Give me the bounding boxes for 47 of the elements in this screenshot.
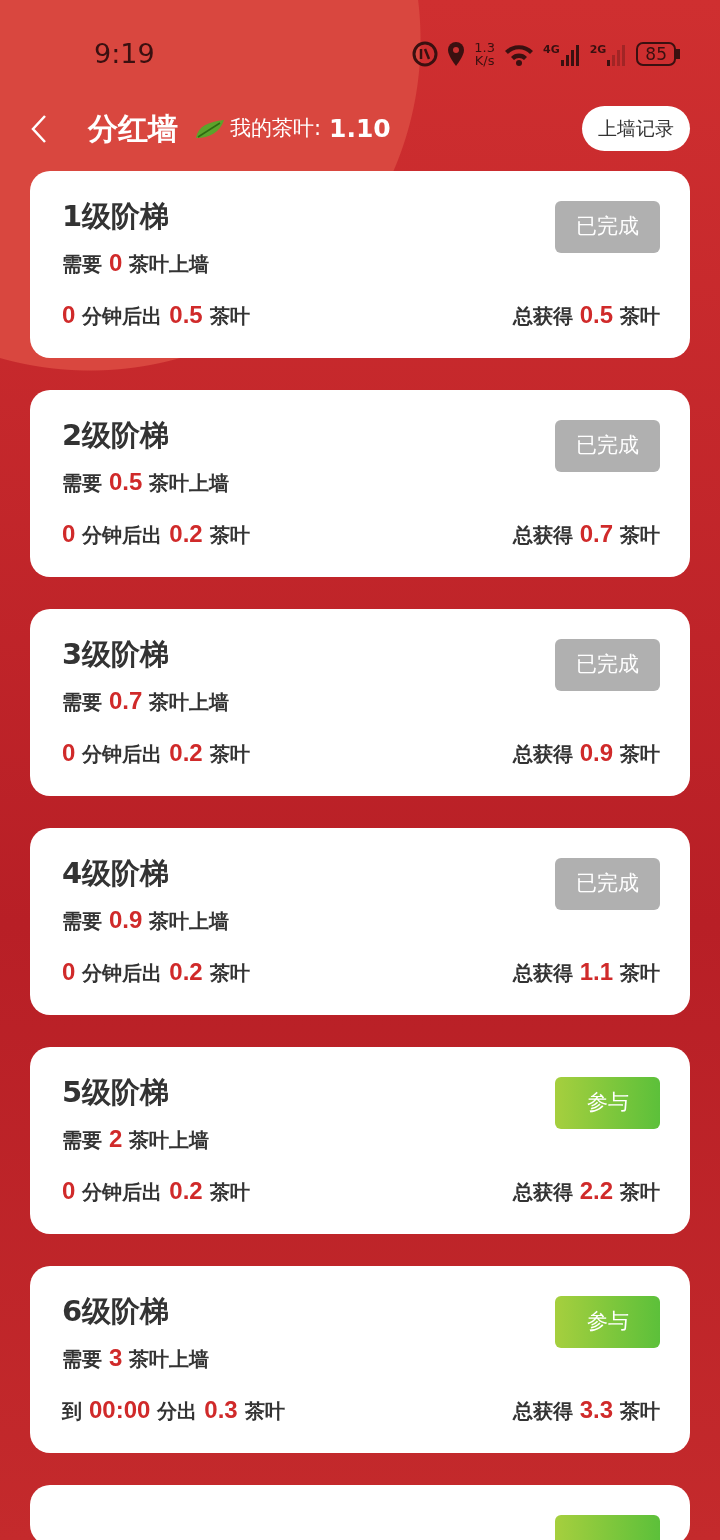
action-button[interactable]: 参与 — [555, 1296, 660, 1348]
action-button[interactable]: 已完成 — [555, 201, 660, 253]
leaf-icon — [194, 117, 226, 140]
action-button[interactable]: 参与 — [555, 1077, 660, 1129]
payout-text: 0 分钟后出 0.2 茶叶 — [62, 738, 250, 768]
payout-text: 0 分钟后出 0.2 茶叶 — [62, 957, 250, 987]
page-title: 分红墙 — [88, 110, 178, 148]
location-icon — [446, 41, 467, 67]
tier-title: 4级阶梯 — [62, 856, 170, 891]
payout-text: 0 分钟后出 0.5 茶叶 — [62, 300, 250, 330]
total-text: 总获得 3.3 茶叶 — [512, 1395, 660, 1425]
total-text: 总获得 1.1 茶叶 — [512, 957, 660, 987]
total-text: 总获得 0.5 茶叶 — [512, 300, 660, 330]
speed-text: K/s — [474, 54, 495, 67]
speed-text: 1.3 — [474, 41, 495, 54]
record-button[interactable]: 上墙记录 — [582, 106, 690, 151]
tier-title: 1级阶梯 — [62, 199, 170, 234]
network-label: 4G — [543, 42, 560, 58]
data-saver-icon — [412, 41, 439, 67]
tier-title: 3级阶梯 — [62, 637, 170, 672]
network-label: 2G — [589, 42, 607, 58]
payout-text: 0 分钟后出 0.2 茶叶 — [62, 519, 250, 549]
signal-icon — [559, 42, 582, 66]
balance-value: 1.10 — [329, 112, 391, 145]
battery-tip-icon — [676, 49, 680, 59]
requirement-text: 需要 0 茶叶上墙 — [62, 248, 211, 278]
payout-text: 到 00:00 分出 0.3 茶叶 — [62, 1395, 285, 1425]
payout-text: 0 分钟后出 0.2 茶叶 — [62, 1176, 250, 1206]
action-button[interactable]: 已完成 — [555, 858, 660, 910]
tier-title: 2级阶梯 — [62, 418, 170, 453]
requirement-text: 需要 0.9 茶叶上墙 — [62, 905, 231, 935]
back-button[interactable] — [30, 113, 48, 144]
requirement-text: 需要 0.5 茶叶上墙 — [62, 467, 231, 497]
wifi-icon — [503, 42, 535, 66]
action-button[interactable]: 已完成 — [555, 639, 660, 691]
action-button[interactable]: 已完成 — [555, 420, 660, 472]
status-time: 9:19 — [94, 36, 155, 71]
total-text: 总获得 2.2 茶叶 — [512, 1176, 660, 1206]
requirement-text: 需要 2 茶叶上墙 — [62, 1124, 211, 1154]
total-text: 总获得 0.7 茶叶 — [512, 519, 660, 549]
battery-indicator: 85 — [636, 42, 676, 66]
tier-title: 6级阶梯 — [62, 1294, 170, 1329]
requirement-text: 需要 0.7 茶叶上墙 — [62, 686, 231, 716]
tier-title: 5级阶梯 — [62, 1075, 170, 1110]
total-text: 总获得 0.9 茶叶 — [512, 738, 660, 768]
requirement-text: 需要 3 茶叶上墙 — [62, 1343, 211, 1373]
balance-label: 我的茶叶: — [230, 114, 322, 142]
